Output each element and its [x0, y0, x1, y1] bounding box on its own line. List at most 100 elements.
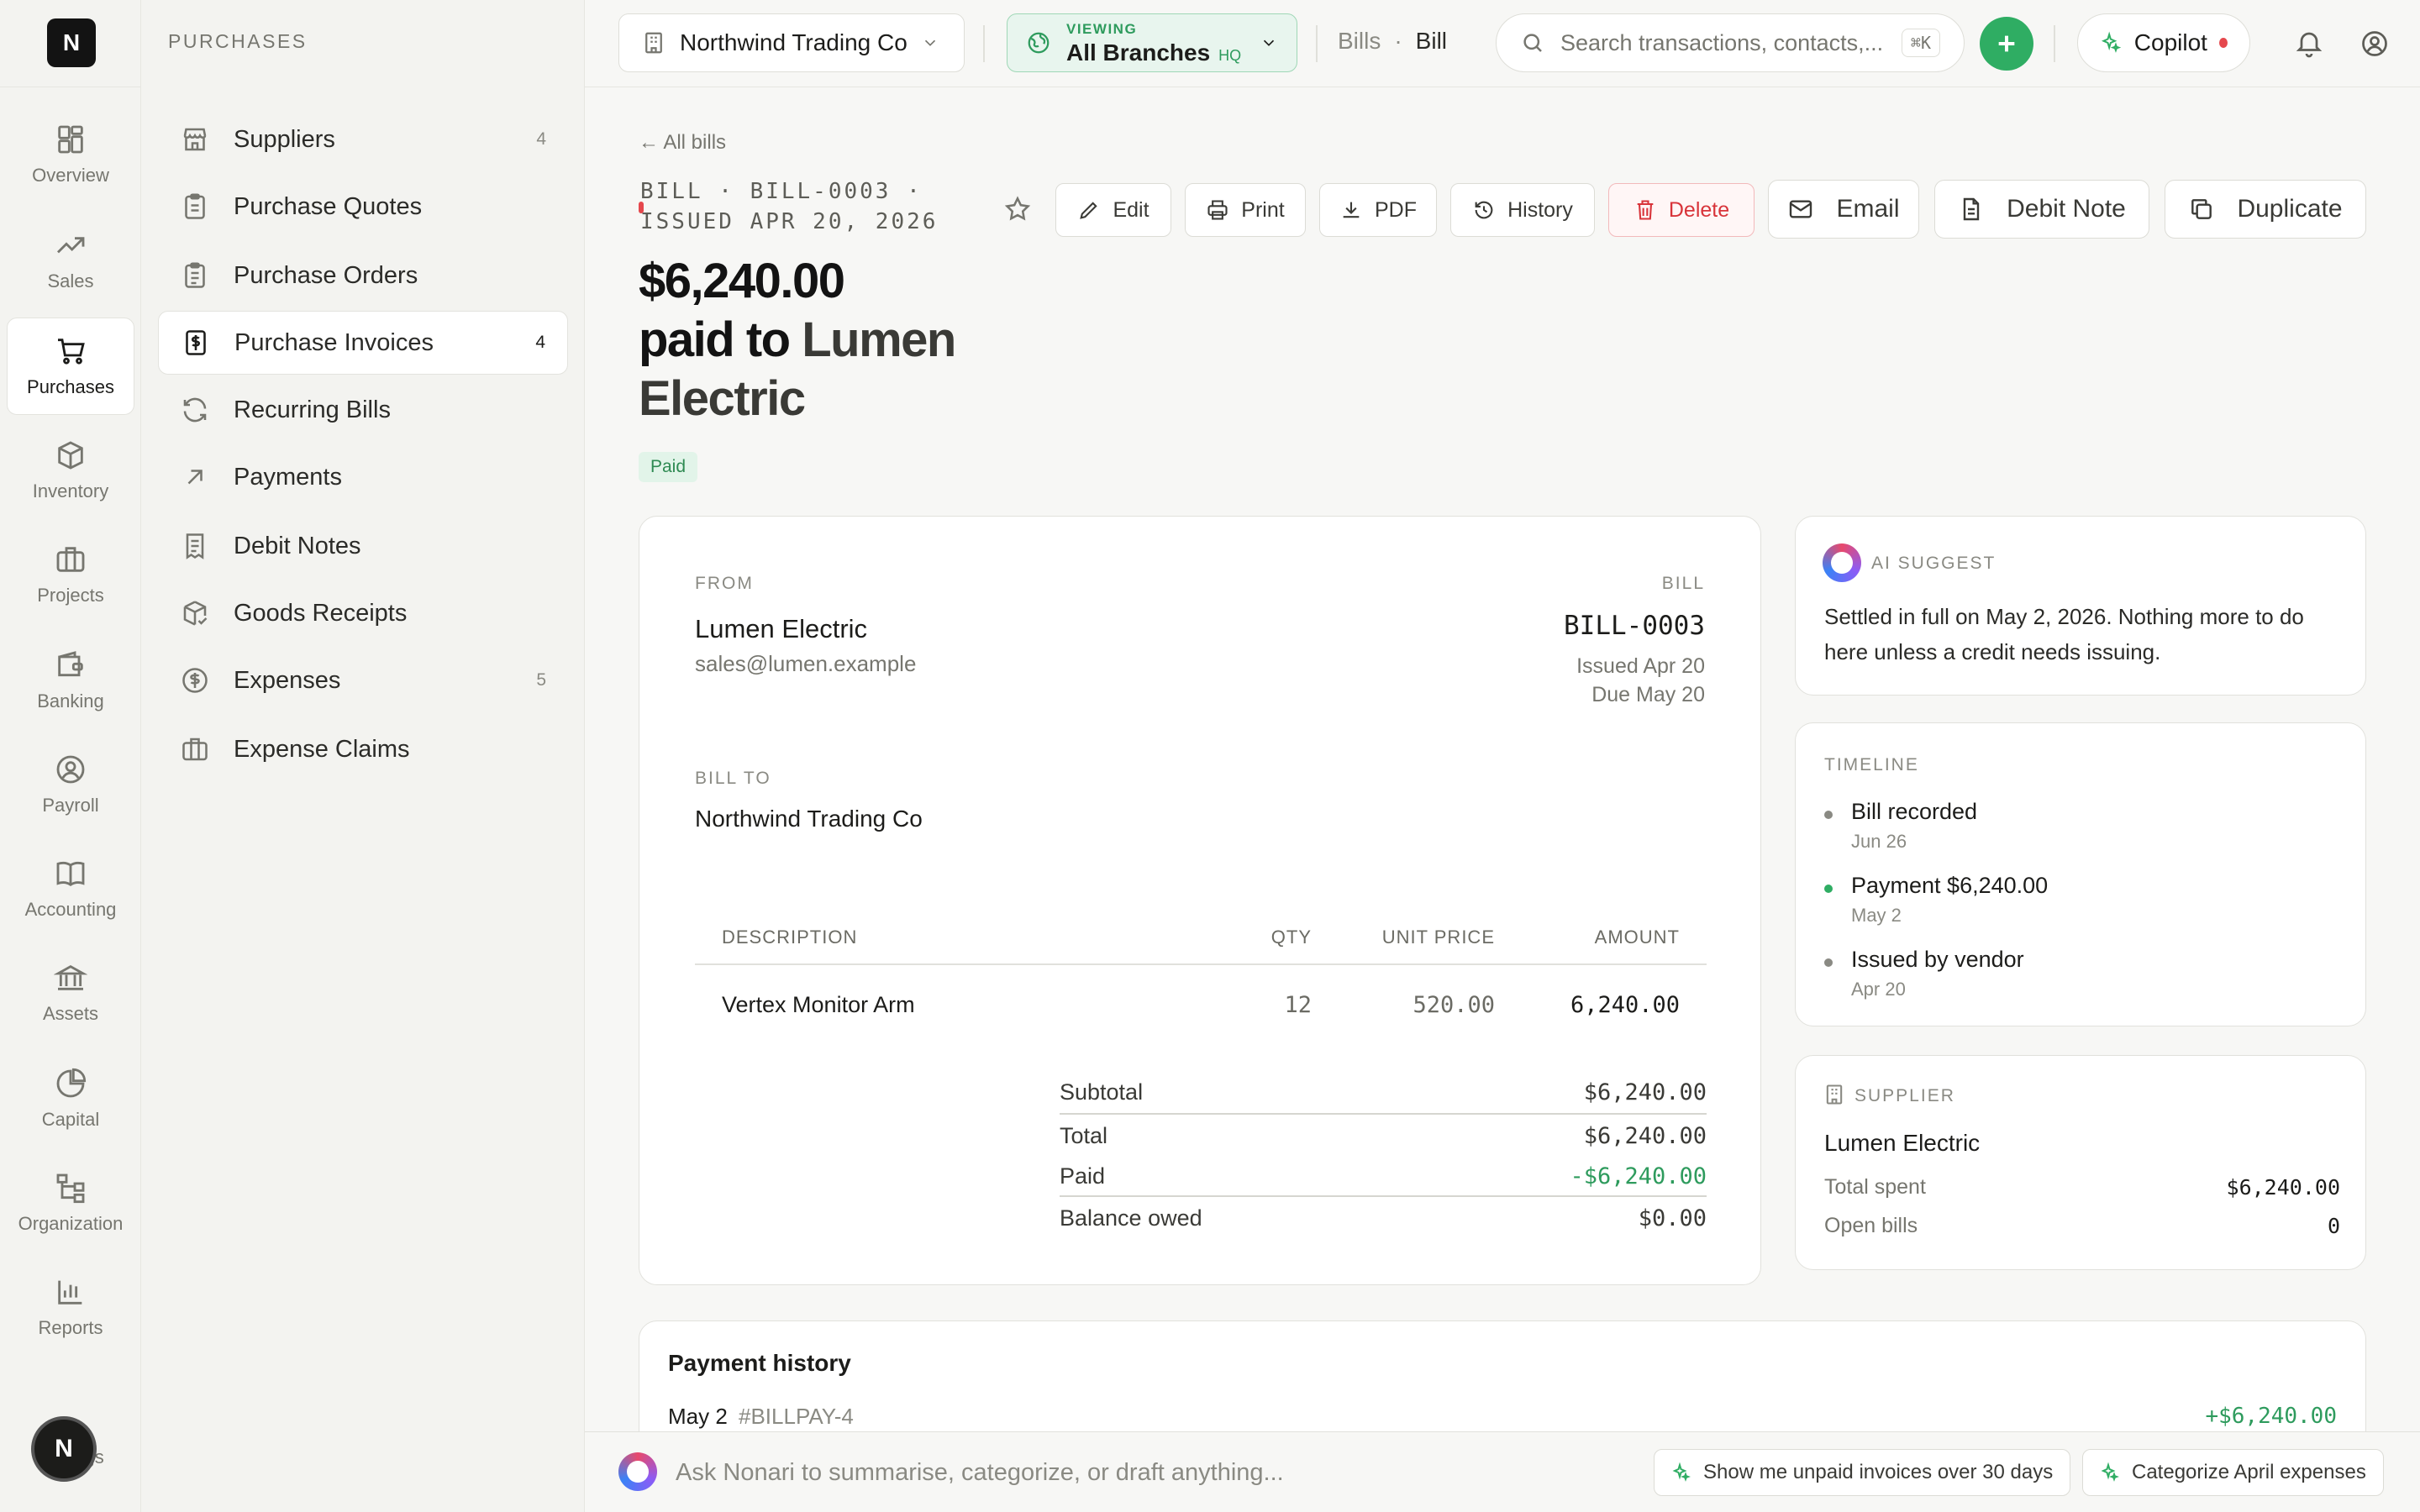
rail-item-reports[interactable]: Reports	[7, 1258, 134, 1356]
book-icon	[56, 861, 85, 887]
print-button[interactable]: Print	[1185, 183, 1306, 237]
assistant-input[interactable]	[676, 1454, 1348, 1491]
rail-item-label: Sales	[47, 270, 94, 291]
total-row: Total $6,240.00	[1060, 1113, 1707, 1155]
ai-suggest-text: Settled in full on May 2, 2026. Nothing …	[1824, 604, 2304, 664]
column-qty: QTY	[1270, 927, 1312, 948]
printer-icon	[1207, 200, 1228, 220]
print-label: Print	[1241, 197, 1285, 222]
from-label: FROM	[695, 574, 754, 593]
back-to-bills-link[interactable]: ← All bills	[639, 131, 726, 155]
rail-item-label: Inventory	[32, 480, 109, 501]
open-bills-label: Open bills	[1824, 1214, 1918, 1237]
pdf-button[interactable]: PDF	[1319, 183, 1437, 237]
purchases-subnav: PURCHASES Suppliers 4 Purchase Quotes Pu…	[141, 0, 585, 1512]
wallet-icon	[58, 651, 83, 677]
rail-item-sales[interactable]: Sales	[7, 212, 134, 309]
favorite-button[interactable]	[1003, 195, 1032, 223]
branch-select[interactable]: VIEWING All Branches HQ	[1007, 13, 1297, 72]
pdf-label: PDF	[1375, 197, 1417, 222]
email-button[interactable]: Email	[1768, 180, 1919, 239]
payment-date: May 2	[668, 1404, 728, 1429]
rail-item-label: Overview	[32, 165, 109, 186]
paid-to-prefix: paid to	[639, 312, 791, 367]
breadcrumb-bills[interactable]: Bills	[1338, 28, 1381, 55]
rail-item-label: Accounting	[24, 899, 117, 920]
rail-item-label: Purchases	[27, 376, 114, 397]
branch-value: All Branches	[1066, 39, 1211, 66]
history-button[interactable]: History	[1450, 183, 1595, 237]
rail-item-overview[interactable]: Overview	[7, 106, 134, 203]
notifications-button[interactable]	[2294, 29, 2324, 59]
subnav-item-payments[interactable]: Payments	[158, 445, 568, 509]
line-qty: 12	[1284, 992, 1312, 1018]
timeline-dot	[1824, 958, 1833, 967]
subnav-item-expenses[interactable]: Expenses 5	[158, 648, 568, 712]
divider	[1316, 25, 1318, 62]
company-select[interactable]: Northwind Trading Co	[618, 13, 965, 72]
rail-item-assets[interactable]: Assets	[7, 944, 134, 1042]
copilot-label: Copilot	[2133, 29, 2207, 55]
debit-note-button[interactable]: Debit Note	[1934, 180, 2149, 239]
subnav-item-expense-claims[interactable]: Expense Claims	[158, 717, 568, 781]
grid-icon	[58, 125, 83, 154]
divider	[983, 25, 985, 62]
suggestion-chip[interactable]: Show me unpaid invoices over 30 days	[1654, 1449, 2071, 1496]
rail-item-payroll[interactable]: Payroll	[7, 736, 134, 833]
column-amount: AMOUNT	[1594, 927, 1680, 948]
rail-item-banking[interactable]: Banking	[7, 632, 134, 729]
subnav-item-purchase-quotes[interactable]: Purchase Quotes	[158, 175, 568, 239]
bar-chart-icon	[58, 1280, 82, 1305]
chevron-down-icon	[1263, 39, 1275, 46]
subnav-item-debit-notes[interactable]: Debit Notes	[158, 514, 568, 578]
open-bills-row: Open bills 0	[1824, 1214, 2340, 1238]
supplier-name[interactable]: Lumen Electric	[1824, 1130, 1980, 1157]
subnav-item-purchase-orders[interactable]: Purchase Orders	[158, 244, 568, 307]
delete-button[interactable]: Delete	[1608, 183, 1754, 237]
line-unit-price: 520.00	[1413, 992, 1495, 1018]
payment-reference: #BILLPAY-4	[739, 1404, 854, 1429]
suggestion-chip[interactable]: Categorize April expenses	[2082, 1449, 2384, 1496]
top-bar: Northwind Trading Co VIEWING All Branche…	[585, 0, 2420, 87]
from-email[interactable]: sales@lumen.example	[695, 651, 916, 677]
timeline-date: May 2	[1851, 905, 1902, 926]
timeline-title: Issued by vendor	[1851, 947, 2024, 972]
line-description: Vertex Monitor Arm	[722, 992, 915, 1017]
rail-item-organization[interactable]: Organization	[7, 1154, 134, 1252]
ai-suggest-card: AI SUGGEST Settled in full on May 2, 202…	[1795, 516, 2366, 696]
rail-item-projects[interactable]: Projects	[7, 526, 134, 623]
rail-item-purchases[interactable]: Purchases	[7, 318, 134, 415]
account-button[interactable]	[2360, 29, 2390, 59]
subnav-item-suppliers[interactable]: Suppliers 4	[158, 108, 568, 171]
total-value: $6,240.00	[1583, 1123, 1707, 1149]
timeline-date: Apr 20	[1851, 979, 1906, 1000]
copilot-button[interactable]: Copilot	[2077, 13, 2250, 72]
payment-amount: +$6,240.00	[2205, 1404, 2337, 1429]
rail-item-capital[interactable]: Capital	[7, 1050, 134, 1147]
bill-document-card: FROM Lumen Electric sales@lumen.example …	[639, 516, 1761, 1285]
bill-label: BILL	[1661, 574, 1705, 593]
global-search[interactable]: Search transactions, contacts,... ⌘K	[1496, 13, 1965, 72]
subnav-item-recurring-bills[interactable]: Recurring Bills	[158, 378, 568, 442]
subnav-item-count: 4	[536, 129, 546, 149]
rail-item-inventory[interactable]: Inventory	[7, 422, 134, 519]
line-amount: 6,240.00	[1570, 992, 1680, 1018]
bill-number: BILL-0003	[1564, 611, 1705, 641]
duplicate-button[interactable]: Duplicate	[2165, 180, 2366, 239]
user-circle-icon	[2362, 31, 2387, 56]
rail-item-accounting[interactable]: Accounting	[7, 840, 134, 937]
app-logo[interactable]: N	[47, 18, 96, 67]
subtotal-row: Subtotal $6,240.00	[1060, 1071, 1707, 1113]
edit-button[interactable]: Edit	[1055, 183, 1171, 237]
payment-history-title: Payment history	[668, 1350, 851, 1376]
subnav-item-purchase-invoices[interactable]: Purchase Invoices 4	[158, 311, 568, 375]
plus-icon	[1998, 35, 2015, 52]
subnav-item-goods-receipts[interactable]: Goods Receipts	[158, 581, 568, 645]
subnav-item-label: Payments	[234, 463, 342, 491]
user-avatar[interactable]: N	[31, 1416, 97, 1482]
mail-icon	[1790, 200, 1812, 218]
search-placeholder: Search transactions, contacts,...	[1560, 29, 1884, 55]
create-new-button[interactable]	[1980, 17, 2033, 71]
subnav-item-count: 5	[536, 670, 546, 690]
subtotal-value: $6,240.00	[1583, 1079, 1707, 1105]
